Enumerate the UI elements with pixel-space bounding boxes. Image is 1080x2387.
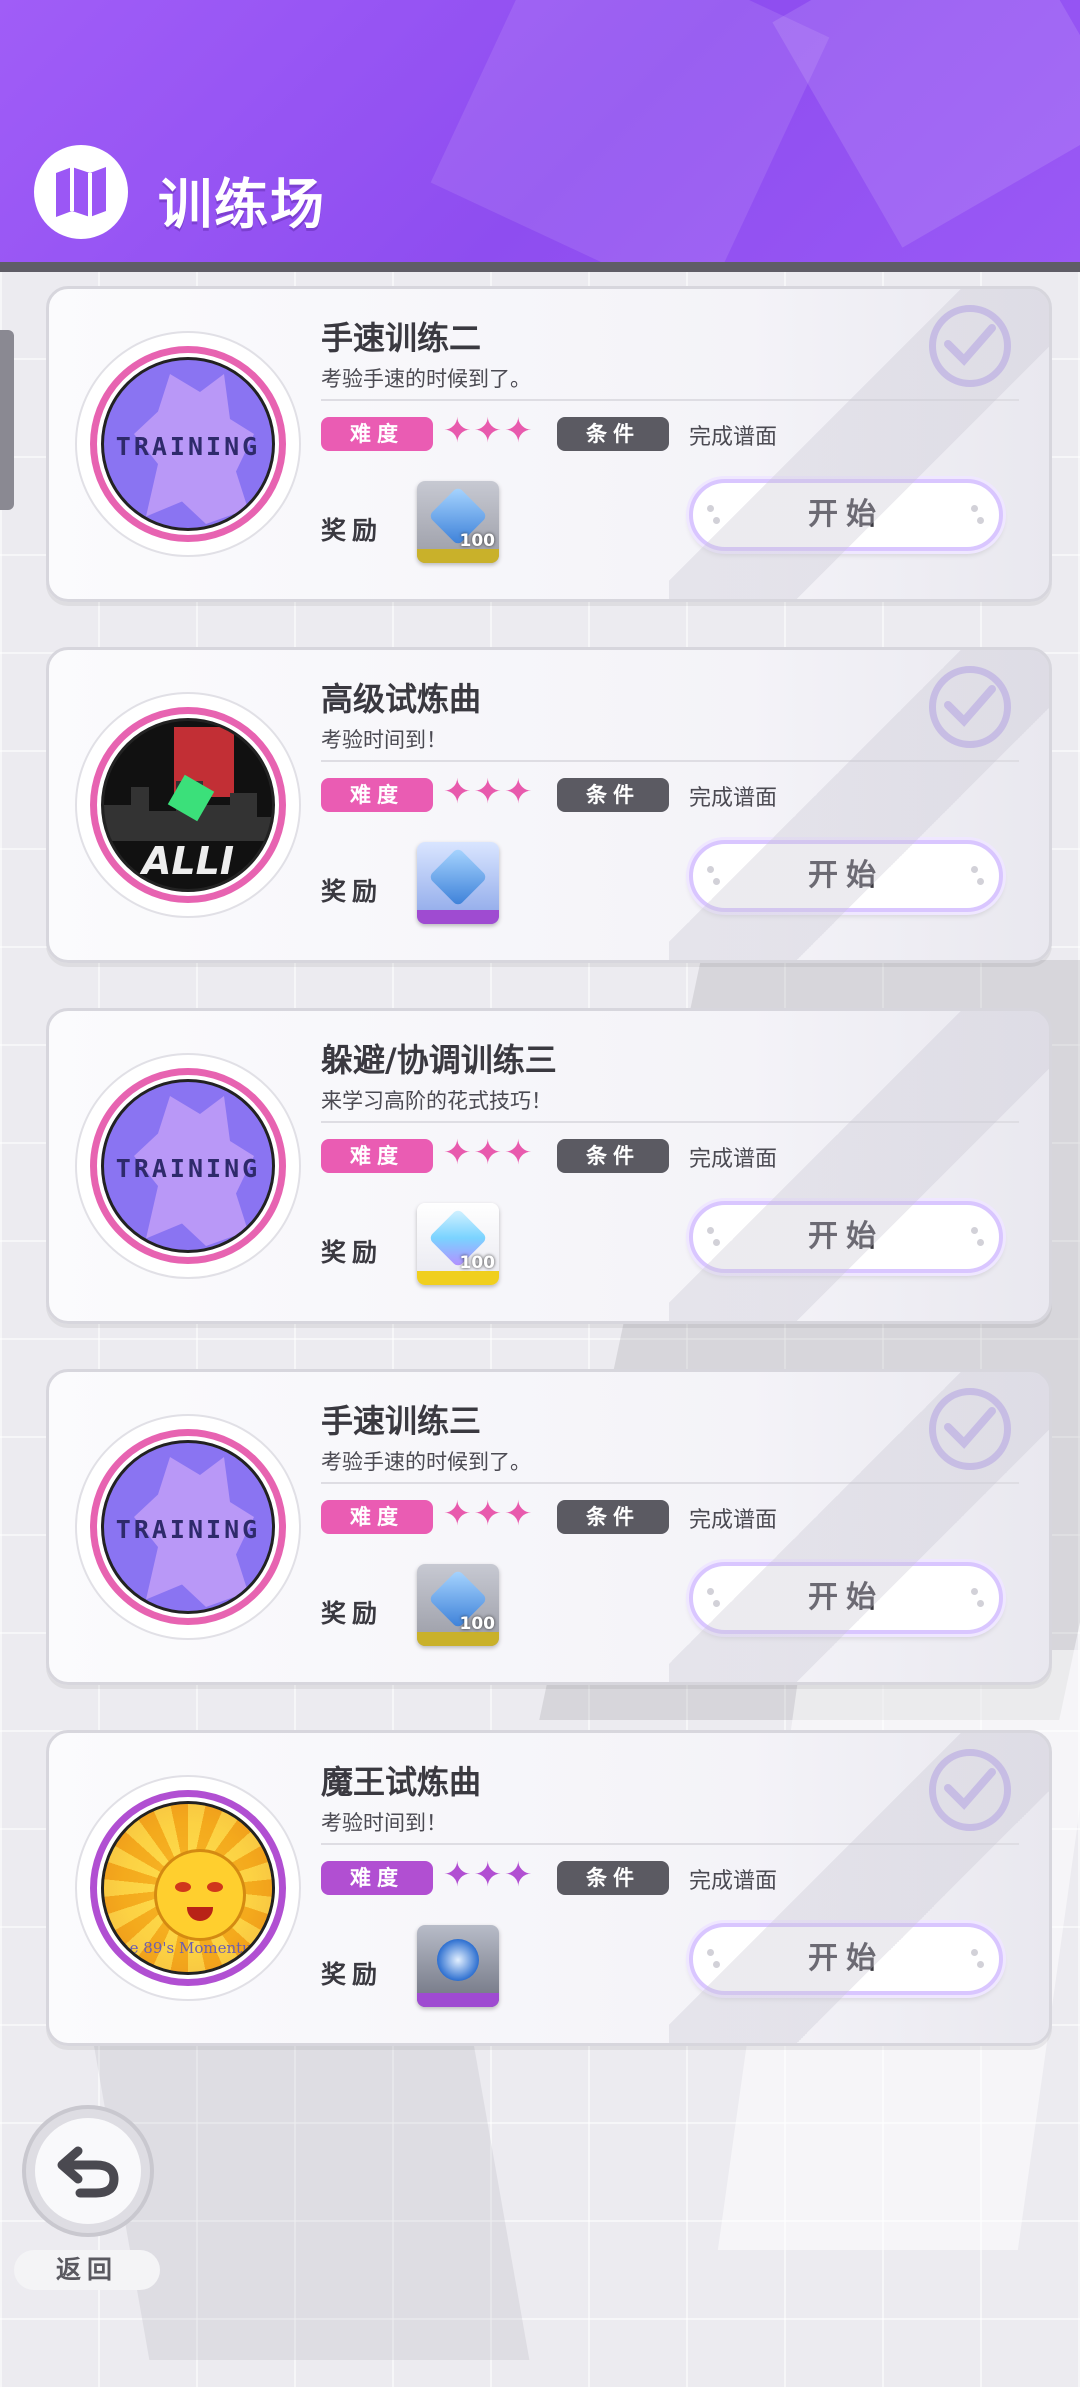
song-title: 躲避/协调训练三 — [321, 1041, 557, 1079]
difficulty-tag: 难度 — [321, 1139, 433, 1173]
difficulty-stars: ✦✦✦ — [443, 1133, 535, 1173]
condition-text: 完成谱面 — [689, 425, 778, 450]
song-description: 考验手速的时候到了。 — [321, 1450, 531, 1474]
training-card[interactable]: ALLI 高级试炼曲 考验时间到！ 难度 ✦✦✦ 条件 完成谱面 奖励 开始 — [46, 647, 1052, 963]
song-title: 手速训练三 — [321, 1402, 482, 1440]
reward-item-icon[interactable]: 100 — [417, 1203, 499, 1285]
back-button[interactable] — [22, 2105, 154, 2237]
start-button[interactable]: 开始 — [689, 840, 1003, 912]
song-description: 来学习高阶的花式技巧！ — [321, 1089, 552, 1113]
condition-text: 完成谱面 — [689, 1147, 778, 1172]
page-title: 训练场 — [158, 173, 326, 236]
song-title: 魔王试炼曲 — [321, 1763, 482, 1801]
song-jacket: TRAINING — [75, 1414, 301, 1640]
reward-label: 奖励 — [321, 1599, 384, 1628]
condition-tag: 条件 — [557, 417, 669, 451]
reward-label: 奖励 — [321, 1960, 384, 1989]
start-button[interactable]: 开始 — [689, 1201, 1003, 1273]
training-card[interactable]: TRAINING 手速训练二 考验手速的时候到了。 难度 ✦✦✦ 条件 完成谱面… — [46, 286, 1052, 602]
difficulty-tag: 难度 — [321, 1500, 433, 1534]
difficulty-stars: ✦✦✦ — [443, 1494, 535, 1534]
side-tab[interactable] — [0, 330, 14, 510]
completed-check-icon — [929, 305, 1011, 387]
completed-check-icon — [929, 666, 1011, 748]
reward-quantity: 100 — [459, 531, 496, 551]
song-title: 手速训练二 — [321, 319, 482, 357]
reward-quantity: 100 — [459, 1614, 496, 1634]
reward-item-icon[interactable]: 100 — [417, 481, 499, 563]
training-card[interactable]: The 89's Momentum 魔王试炼曲 考验时间到！ 难度 ✦✦✦ 条件… — [46, 1730, 1052, 2046]
header-divider — [0, 262, 1080, 272]
divider — [321, 1121, 1019, 1123]
condition-tag: 条件 — [557, 778, 669, 812]
difficulty-stars: ✦✦✦ — [443, 1855, 535, 1895]
difficulty-tag: 难度 — [321, 417, 433, 451]
reward-item-icon[interactable]: 100 — [417, 1564, 499, 1646]
difficulty-tag: 难度 — [321, 778, 433, 812]
divider — [321, 760, 1019, 762]
song-jacket: TRAINING — [75, 1053, 301, 1279]
reward-label: 奖励 — [321, 1238, 384, 1267]
condition-text: 完成谱面 — [689, 1869, 778, 1894]
training-card[interactable]: TRAINING 躲避/协调训练三 来学习高阶的花式技巧！ 难度 ✦✦✦ 条件 … — [46, 1008, 1052, 1324]
condition-text: 完成谱面 — [689, 1508, 778, 1533]
song-jacket: TRAINING — [75, 331, 301, 557]
condition-text: 完成谱面 — [689, 786, 778, 811]
reward-item-icon[interactable] — [417, 1925, 499, 2007]
difficulty-tag: 难度 — [321, 1861, 433, 1895]
song-description: 考验时间到！ — [321, 1811, 447, 1835]
song-jacket: ALLI — [75, 692, 301, 918]
divider — [321, 399, 1019, 401]
map-icon — [34, 145, 128, 239]
condition-tag: 条件 — [557, 1861, 669, 1895]
start-button[interactable]: 开始 — [689, 479, 1003, 551]
reward-label: 奖励 — [321, 877, 384, 906]
song-description: 考验手速的时候到了。 — [321, 367, 531, 391]
start-button[interactable]: 开始 — [689, 1562, 1003, 1634]
difficulty-stars: ✦✦✦ — [443, 411, 535, 451]
divider — [321, 1843, 1019, 1845]
condition-tag: 条件 — [557, 1139, 669, 1173]
reward-item-icon[interactable] — [417, 842, 499, 924]
song-jacket: The 89's Momentum — [75, 1775, 301, 2001]
difficulty-stars: ✦✦✦ — [443, 772, 535, 812]
training-card[interactable]: TRAINING 手速训练三 考验手速的时候到了。 难度 ✦✦✦ 条件 完成谱面… — [46, 1369, 1052, 1685]
condition-tag: 条件 — [557, 1500, 669, 1534]
song-title: 高级试炼曲 — [321, 680, 482, 718]
back-label[interactable]: 返回 — [14, 2250, 160, 2290]
reward-label: 奖励 — [321, 516, 384, 545]
start-button[interactable]: 开始 — [689, 1923, 1003, 1995]
divider — [321, 1482, 1019, 1484]
completed-check-icon — [929, 1388, 1011, 1470]
song-description: 考验时间到！ — [321, 728, 447, 752]
completed-check-icon — [929, 1749, 1011, 1831]
back-arrow-icon — [57, 2146, 119, 2198]
reward-quantity: 100 — [459, 1253, 496, 1273]
header: 训练场 — [0, 0, 1080, 262]
